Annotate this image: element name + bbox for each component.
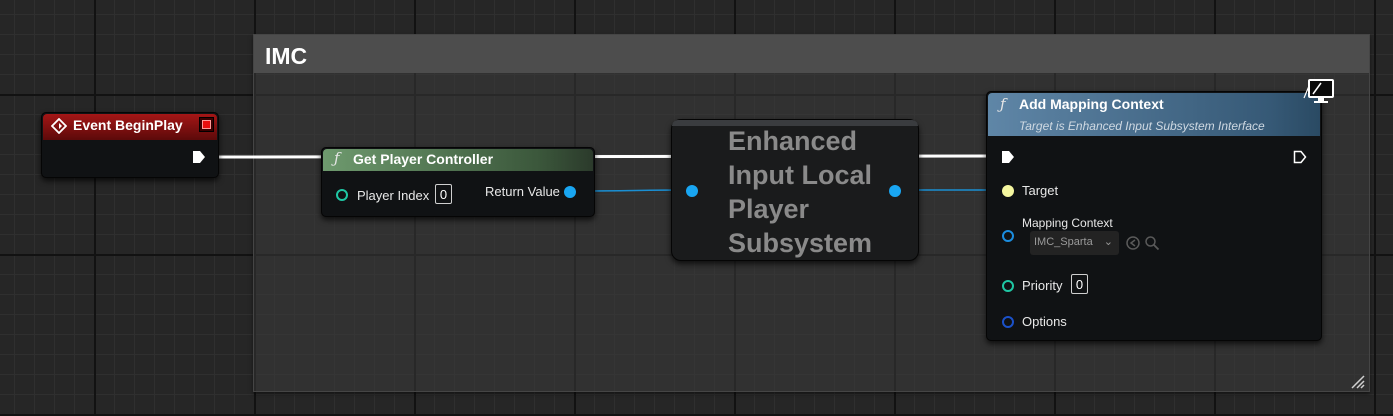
use-selected-asset-icon[interactable]	[1125, 235, 1141, 251]
browse-asset-search-icon[interactable]	[1144, 235, 1160, 251]
exec-in-pin-icon[interactable]	[1001, 150, 1015, 164]
player-index-label: Player Index	[357, 188, 430, 203]
return-value-pin[interactable]	[564, 186, 576, 198]
event-beginplay-node[interactable]: Event BeginPlay	[41, 112, 219, 178]
chevron-down-icon: ⌄	[1103, 236, 1113, 248]
mapping-context-value: IMC_Sparta	[1034, 236, 1093, 248]
comment-title: IMC	[265, 43, 308, 69]
exec-out-pin-icon[interactable]	[1293, 150, 1307, 164]
return-value-label: Return Value	[485, 184, 560, 199]
exec-out-pin-icon[interactable]	[192, 150, 206, 164]
resize-grip-icon[interactable]	[1349, 373, 1365, 389]
options-label: Options	[1022, 314, 1067, 329]
amc-node-subtitle: Target is Enhanced Input Subsystem Inter…	[1019, 119, 1265, 133]
mapping-context-label: Mapping Context	[1022, 216, 1113, 230]
player-index-input[interactable]: 0	[435, 184, 452, 204]
subsystem-output-pin[interactable]	[889, 185, 901, 197]
comment-header[interactable]: IMC	[254, 35, 1369, 73]
monitor-icon	[1303, 79, 1334, 103]
function-icon: ƒ	[334, 149, 340, 167]
target-label: Target	[1022, 183, 1059, 198]
subsystem-input-pin[interactable]	[686, 185, 698, 197]
priority-pin[interactable]	[1002, 280, 1014, 292]
get-player-controller-node[interactable]: ƒ Get Player Controller Player Index 0 R…	[321, 147, 595, 217]
mapping-context-pin[interactable]	[1002, 230, 1014, 242]
function-icon: ƒ	[1000, 95, 1006, 113]
options-pin[interactable]	[1002, 316, 1014, 328]
mapping-context-dropdown[interactable]: IMC_Sparta ⌄	[1030, 231, 1119, 255]
target-pin[interactable]	[1002, 185, 1014, 197]
event-diamond-icon	[51, 118, 67, 134]
delegate-pin-icon[interactable]	[199, 117, 214, 132]
subsystem-node-title: Enhanced Input Local Player Subsystem	[728, 126, 873, 258]
priority-input[interactable]: 0	[1071, 274, 1088, 294]
player-index-pin[interactable]	[336, 189, 348, 201]
gpc-node-title: Get Player Controller	[353, 151, 494, 167]
amc-node-title: Add Mapping Context	[1019, 96, 1164, 112]
add-mapping-context-node[interactable]: ƒ Add Mapping Context Target is Enhanced…	[986, 91, 1322, 341]
priority-label: Priority	[1022, 278, 1063, 293]
event-node-title: Event BeginPlay	[73, 117, 183, 133]
enhanced-input-subsystem-node[interactable]: Enhanced Input Local Player Subsystem	[671, 119, 919, 261]
